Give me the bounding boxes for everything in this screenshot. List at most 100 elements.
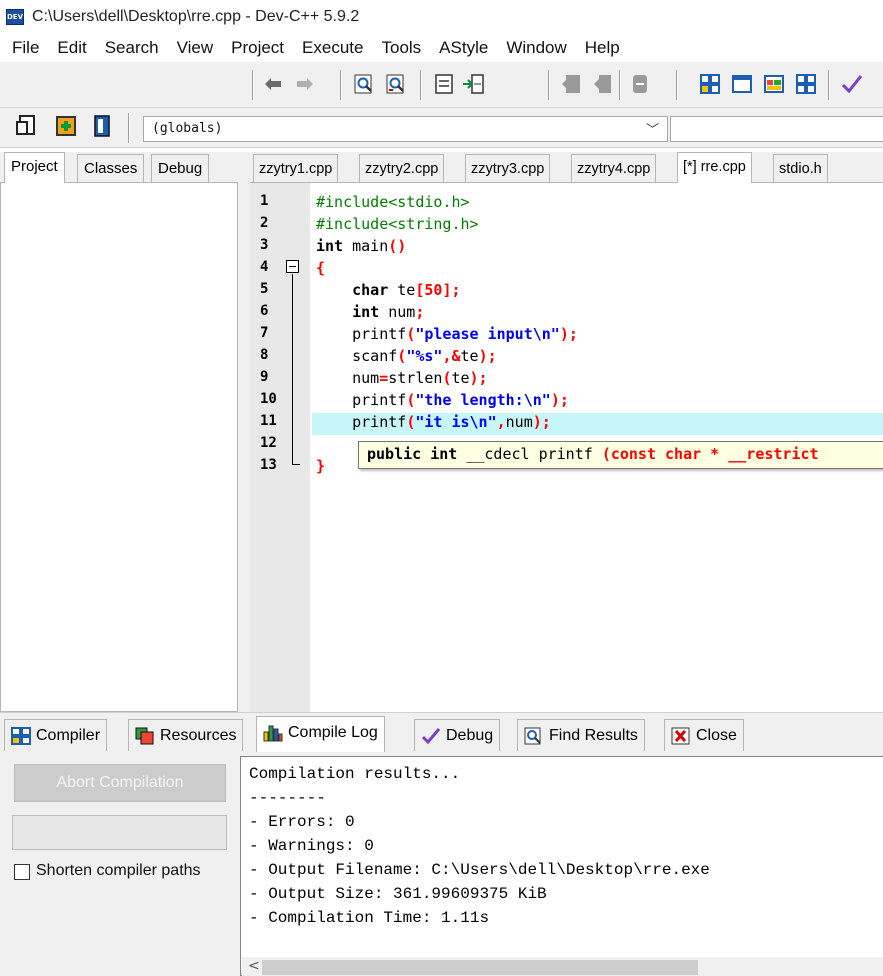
tab-close[interactable]: Close [664,719,744,751]
new-project-button[interactable] [14,114,38,138]
tab-zzytry3[interactable]: zzytry3.cpp [465,154,551,182]
tab-stdio[interactable]: stdio.h [773,154,828,182]
code-line-11: printf("it is\n",num); [352,413,551,431]
toolbar-separator [828,70,830,100]
undo-button[interactable] [262,72,286,96]
code-line-6: int num; [352,303,425,321]
bar-chart-icon [263,725,283,742]
tab-find-results[interactable]: Find Results [517,719,645,751]
line-number: 1 [260,193,269,209]
tab-zzytry1[interactable]: zzytry1.cpp [253,154,339,182]
forward-button[interactable] [590,72,614,96]
abort-compilation-button[interactable]: Abort Compilation [14,764,226,802]
bookmark-button[interactable] [628,72,652,96]
bottom-panel-tabs: Compiler Resources Compile Log Debug Fin… [0,712,883,752]
title-bar: DEV C:\Users\dell\Desktop\rre.cpp - Dev-… [0,0,883,34]
devcpp-logo-icon: DEV [6,9,24,25]
compile-run-button[interactable] [762,72,786,96]
tab-compiler[interactable]: Compiler [4,719,108,751]
code-line-1: #include<stdio.h> [316,193,470,215]
tab-compile-log[interactable]: Compile Log [256,716,385,752]
undo-icon [265,78,281,90]
code-token: #include<string.h> [316,215,479,233]
code-line-3: int main() [316,237,406,259]
rebuild-button[interactable] [794,72,818,96]
menu-astyle[interactable]: AStyle [430,38,497,58]
tab-label: Resources [160,727,237,744]
menu-help[interactable]: Help [576,38,629,58]
goto-icon [463,74,484,94]
syntax-check-button[interactable] [840,72,864,96]
tab-debug[interactable]: Debug [151,154,210,182]
splitter[interactable] [238,152,250,712]
tab-zzytry4[interactable]: zzytry4.cpp [571,154,657,182]
menu-project[interactable]: Project [222,38,293,58]
code-editor[interactable]: 1 2 3 4 5 6 7 8 9 10 11 12 13 #include<s… [250,182,883,712]
goto-line-button[interactable] [462,72,486,96]
line-number: 13 [260,457,277,473]
find-button[interactable] [352,72,376,96]
function-dropdown[interactable] [670,116,883,142]
add-to-project-button[interactable] [54,114,78,138]
forward-page-icon [594,75,611,93]
tab-classes[interactable]: Classes [77,154,145,182]
run-button[interactable] [730,72,754,96]
code-line-2: #include<string.h> [316,215,479,237]
menu-bar: File Edit Search View Project Execute To… [0,34,883,62]
resources-icon [135,727,154,745]
menu-file[interactable]: File [3,38,48,58]
line-number: 8 [260,347,269,363]
menu-edit[interactable]: Edit [48,38,95,58]
menu-view[interactable]: View [168,38,223,58]
tab-project[interactable]: Project [4,152,65,183]
secondary-toolbar: (globals) ﹀ [0,108,883,148]
tab-rre[interactable]: [*] rre.cpp [677,152,752,183]
code-token: "%s" [406,347,443,365]
globals-dropdown[interactable]: (globals) ﹀ [143,116,668,142]
line-number: 9 [260,369,269,385]
menu-window[interactable]: Window [497,38,575,58]
code-line-10: printf("the length:\n"); [352,391,569,409]
code-token: "please input\n" [415,325,560,343]
scrollbar-thumb[interactable] [262,960,698,975]
log-line: - Output Size: 361.99609375 KiB [249,885,547,903]
code-token: "it is\n" [415,413,497,431]
back-button[interactable] [560,72,584,96]
compile-button[interactable] [698,72,722,96]
toolbar-separator [619,70,621,100]
project-browser[interactable] [0,182,238,712]
tab-debug-panel[interactable]: Debug [414,719,501,751]
chevron-down-icon: ﹀ [645,123,659,138]
line-number: 5 [260,281,269,297]
tab-resources[interactable]: Resources [128,719,244,751]
horizontal-scrollbar[interactable]: < [242,957,883,976]
menu-search[interactable]: Search [96,38,168,58]
menu-tools[interactable]: Tools [372,38,430,58]
toolbar-separator [420,70,422,100]
tab-label: Debug [446,727,494,744]
tab-zzytry2[interactable]: zzytry2.cpp [359,154,445,182]
tooltip-text: public int [367,445,467,463]
code-token: 50 [424,281,443,299]
remove-from-project-button[interactable] [90,114,114,138]
log-line: - Output Filename: C:\Users\dell\Desktop… [249,861,710,879]
redo-button[interactable] [292,72,316,96]
line-number: 4 [260,259,269,275]
log-line: - Warnings: 0 [249,837,374,855]
code-token: te [460,347,479,365]
code-token: "the length:\n" [415,391,551,409]
replace-button[interactable] [384,72,408,96]
fold-collapse-icon[interactable] [286,260,299,273]
compile-log-output[interactable]: Compilation results... -------- - Errors… [240,756,883,976]
menu-execute[interactable]: Execute [293,38,372,58]
left-panel-tabs: Project Classes Debug [0,152,240,183]
scroll-left-icon[interactable]: < [248,958,260,974]
code-token: scanf [352,347,398,365]
tab-label: Compiler [36,727,101,744]
class-icon [94,115,110,137]
window-title: C:\Users\dell\Desktop\rre.cpp - Dev-C++ … [32,8,360,25]
tab-label: Find Results [549,727,638,744]
shorten-paths-checkbox[interactable] [14,864,30,880]
toggle-comment-button[interactable] [432,72,456,96]
checkmark-icon [841,75,863,94]
